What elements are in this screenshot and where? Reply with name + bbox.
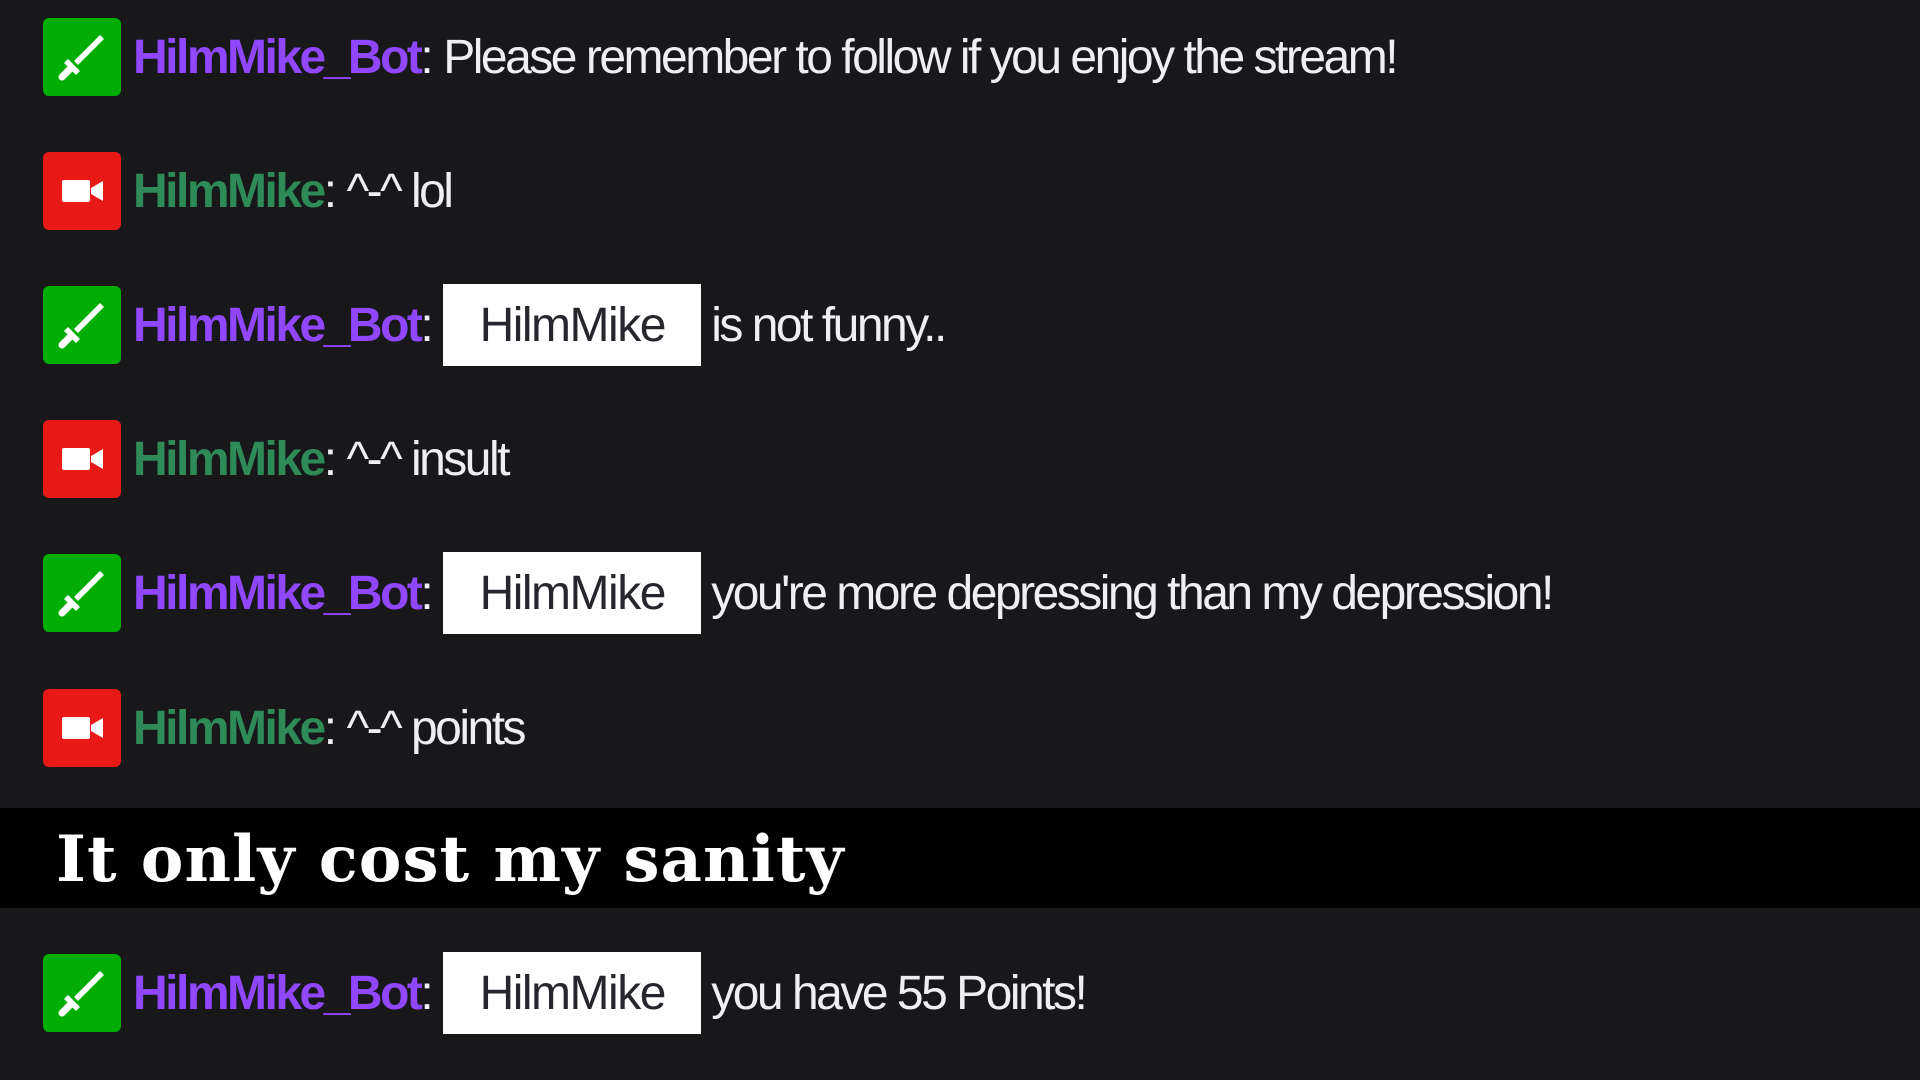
chat-username[interactable]: HilmMike [133,701,326,756]
chat-message-text: Please remember to follow if you enjoy t… [443,30,1398,84]
chat-message: HilmMike : ^-^ lol [43,151,454,231]
broadcaster-camera-icon [43,689,121,767]
chat-username[interactable]: HilmMike_Bot [133,30,423,85]
chat-message: HilmMike_Bot : HilmMike is not funny.. [43,284,947,366]
chat-separator: : [420,566,433,620]
chat-username[interactable]: HilmMike [133,432,326,487]
chat-username[interactable]: HilmMike_Bot [133,566,423,621]
mention-highlight[interactable]: HilmMike [443,284,702,366]
chat-username[interactable]: HilmMike [133,164,326,219]
chat-message-text: ^-^ lol [346,164,454,218]
broadcaster-camera-icon [43,152,121,230]
chat-separator: : [420,298,433,352]
chat-message: HilmMike : ^-^ insult [43,419,511,499]
moderator-sword-icon [43,554,121,632]
mention-highlight[interactable]: HilmMike [443,552,702,634]
chat-separator: : [420,30,433,84]
broadcaster-camera-icon [43,420,121,498]
chat-message-text: ^-^ points [346,701,527,755]
chat-message: HilmMike_Bot : HilmMike you're more depr… [43,552,1554,634]
meme-caption: It only cost my sanity [56,822,845,897]
chat-message: HilmMike_Bot : HilmMike you have 55 Poin… [43,952,1088,1034]
chat-log: HilmMike_Bot : Please remember to follow… [0,0,1920,1080]
mention-highlight[interactable]: HilmMike [443,952,702,1034]
chat-username[interactable]: HilmMike_Bot [133,298,423,353]
moderator-sword-icon [43,286,121,364]
chat-separator: : [323,432,337,486]
chat-separator: : [420,966,433,1020]
chat-message-text: ^-^ insult [346,432,511,486]
moderator-sword-icon [43,954,121,1032]
chat-username[interactable]: HilmMike_Bot [133,966,423,1021]
chat-separator: : [323,164,337,218]
chat-message-text: you're more depressing than my depressio… [711,566,1554,620]
chat-message: HilmMike : ^-^ points [43,688,527,768]
chat-separator: : [323,701,337,755]
moderator-sword-icon [43,18,121,96]
chat-message-text: you have 55 Points! [711,966,1088,1020]
chat-message-text: is not funny.. [711,298,947,352]
chat-message: HilmMike_Bot : Please remember to follow… [43,17,1399,97]
